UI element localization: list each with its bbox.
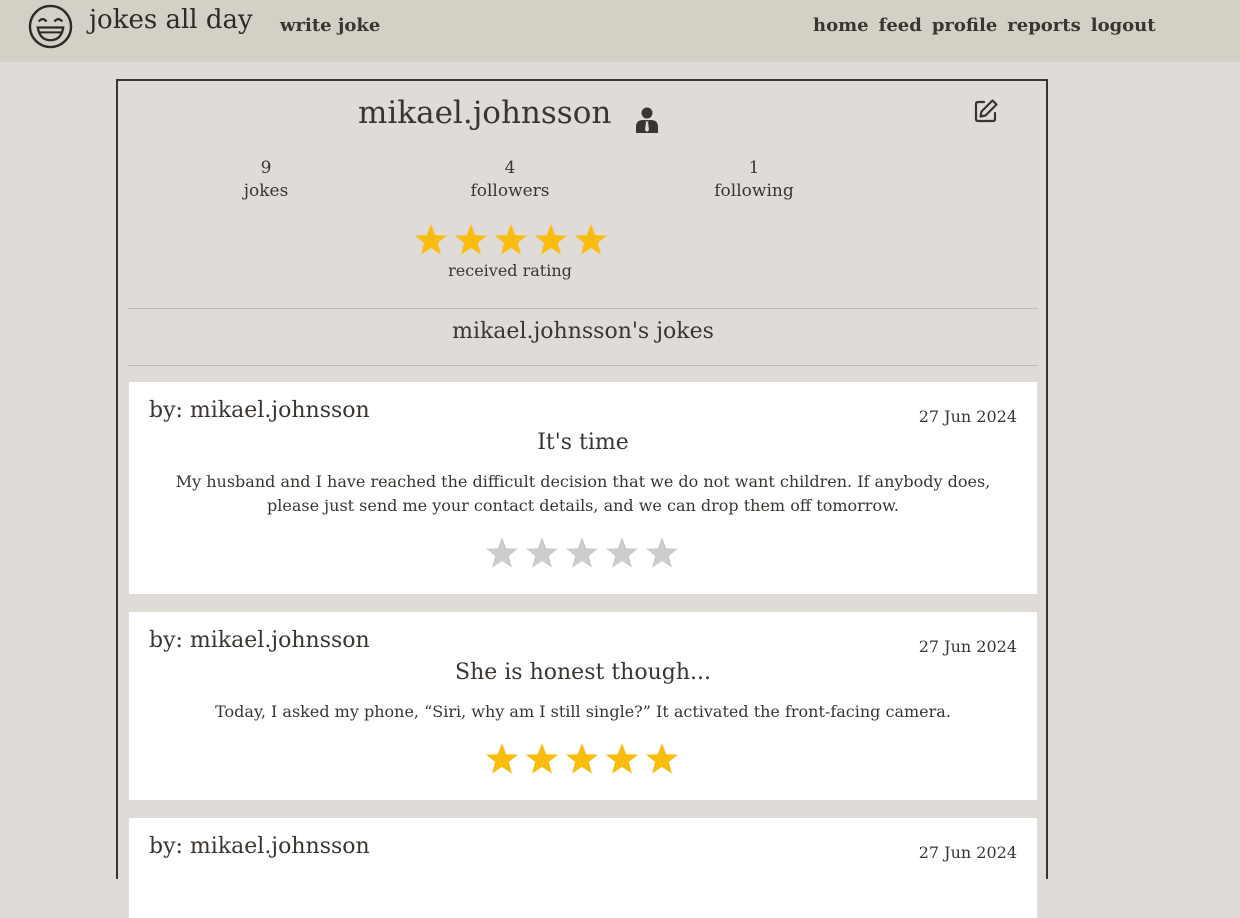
joke-author[interactable]: by: mikael.johnsson	[149, 628, 370, 653]
star-empty-icon[interactable]	[604, 535, 640, 571]
joke-date: 27 Jun 2024	[918, 407, 1017, 426]
jokes-section-title: mikael.johnsson's jokes	[452, 319, 714, 344]
write-joke-link[interactable]: write joke	[280, 15, 380, 36]
joke-date: 27 Jun 2024	[918, 843, 1017, 862]
stat-following[interactable]: 1 following	[674, 157, 834, 203]
joke-title: It's time	[537, 430, 629, 455]
star-empty-icon[interactable]	[644, 535, 680, 571]
nav-feed[interactable]: feed	[879, 15, 922, 36]
star-filled-icon	[575, 224, 607, 255]
star-filled-icon	[535, 224, 567, 255]
star-filled-icon[interactable]	[564, 741, 600, 777]
joke-date: 27 Jun 2024	[918, 637, 1017, 656]
profile-panel: mikael.johnsson 9 jokes 4 followers 1 fo…	[116, 79, 1048, 918]
nav-reports[interactable]: reports	[1007, 15, 1080, 36]
joke-body: Today, I asked my phone, “Siri, why am I…	[215, 702, 951, 721]
joke-card: by: mikael.johnsson 27 Jun 2024	[129, 818, 1037, 918]
star-filled-icon[interactable]	[484, 741, 520, 777]
stat-jokes-value: 9	[260, 158, 272, 178]
received-rating-stars	[413, 222, 609, 258]
joke-title: She is honest though...	[455, 660, 711, 685]
star-empty-icon[interactable]	[524, 535, 560, 571]
stat-jokes-label: jokes	[243, 181, 289, 201]
stat-followers-value: 4	[504, 158, 516, 178]
top-navbar: jokes all day write joke home feed profi…	[0, 0, 1240, 62]
nav-logout[interactable]: logout	[1091, 15, 1156, 36]
star-empty-icon[interactable]	[484, 535, 520, 571]
joke-rating-stars	[484, 535, 680, 571]
stat-followers[interactable]: 4 followers	[430, 157, 590, 203]
star-filled-icon[interactable]	[644, 741, 680, 777]
edit-icon[interactable]	[973, 98, 999, 124]
star-filled-icon	[455, 224, 487, 255]
star-empty-icon[interactable]	[564, 535, 600, 571]
divider	[128, 308, 1038, 309]
user-tie-icon	[636, 107, 658, 133]
nav-home[interactable]: home	[813, 15, 869, 36]
stat-following-value: 1	[748, 158, 760, 178]
stat-following-label: following	[714, 181, 794, 201]
joke-card: by: mikael.johnsson 27 Jun 2024 She is h…	[129, 612, 1037, 800]
profile-username: mikael.johnsson	[358, 95, 612, 131]
stat-jokes[interactable]: 9 jokes	[186, 157, 346, 203]
joke-body: My husband and I have reached the diffic…	[175, 472, 991, 515]
brand-title[interactable]: jokes all day	[89, 5, 253, 35]
divider	[128, 365, 1038, 366]
star-filled-icon[interactable]	[524, 741, 560, 777]
star-filled-icon[interactable]	[604, 741, 640, 777]
laughing-face-icon[interactable]	[27, 3, 74, 50]
nav-profile[interactable]: profile	[932, 15, 997, 36]
star-filled-icon	[495, 224, 527, 255]
star-filled-icon	[415, 224, 447, 255]
joke-card: by: mikael.johnsson 27 Jun 2024 It's tim…	[129, 382, 1037, 594]
main-nav: home feed profile reports logout	[813, 15, 1156, 36]
stat-followers-label: followers	[470, 181, 550, 201]
joke-author[interactable]: by: mikael.johnsson	[149, 398, 370, 423]
joke-rating-stars	[484, 741, 680, 777]
joke-author[interactable]: by: mikael.johnsson	[149, 834, 370, 859]
received-rating-label: received rating	[448, 261, 572, 280]
